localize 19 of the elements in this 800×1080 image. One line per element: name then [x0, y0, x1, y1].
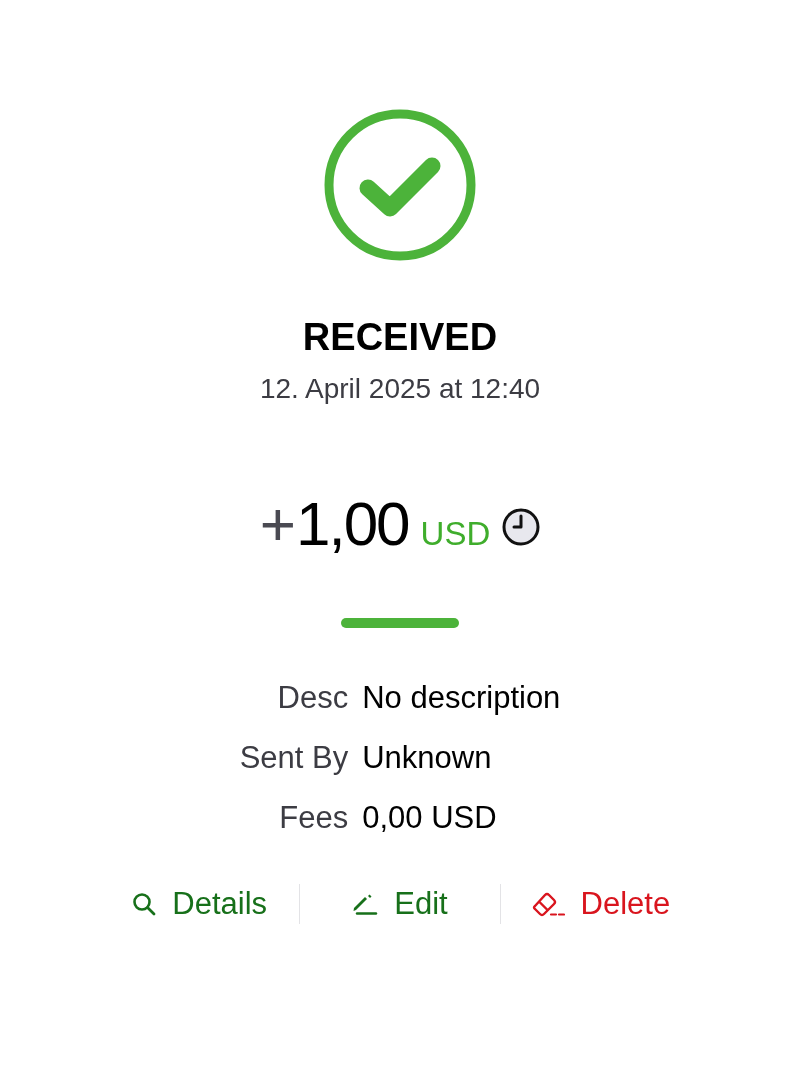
detail-label: Sent By — [239, 740, 349, 776]
details-button[interactable]: Details — [132, 884, 268, 924]
detail-label: Desc — [276, 680, 349, 716]
amount-value: 1,00 — [295, 492, 409, 556]
detail-label: Fees — [278, 800, 349, 836]
currency-code: USD — [420, 514, 491, 554]
pencil-icon — [352, 893, 379, 915]
detail-value: 0,00 USD — [362, 800, 498, 836]
detail-value: No description — [362, 680, 561, 716]
clock-icon — [502, 508, 541, 546]
search-icon — [132, 892, 157, 916]
eraser-icon — [530, 891, 565, 917]
delete-button[interactable]: Delete — [530, 884, 671, 924]
edit-button[interactable]: Edit — [352, 884, 448, 924]
status-title: RECEIVED — [302, 315, 498, 360]
check-circle-icon — [324, 109, 476, 261]
detail-value: Unknown — [362, 740, 493, 776]
amount-sign: + — [259, 492, 296, 556]
transaction-date: 12. April 2025 at 12:40 — [259, 372, 541, 406]
